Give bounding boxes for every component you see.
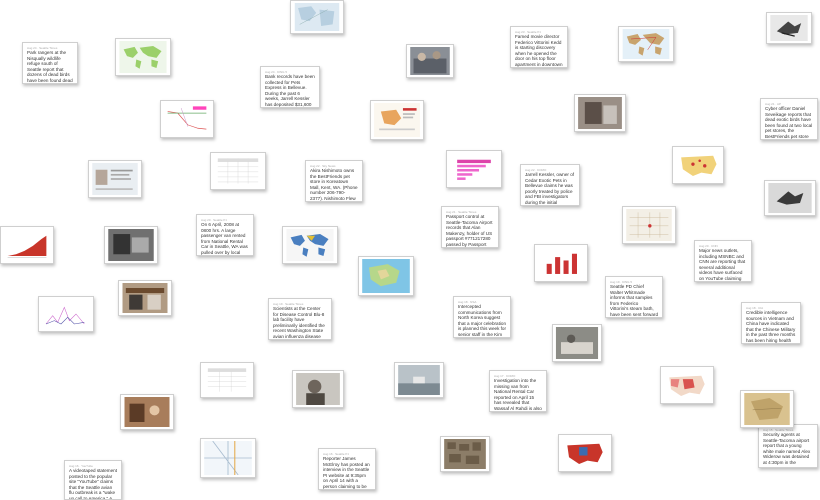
bar-chart-thumbnail[interactable] (446, 150, 502, 188)
region-map-thumbnail[interactable] (290, 0, 344, 34)
data-table-thumbnail[interactable] (200, 362, 254, 398)
note-text: Security agents at Seattle-Tacoma airpor… (763, 432, 811, 465)
photo-thumbnail[interactable] (574, 94, 626, 132)
id-document-thumbnail[interactable] (88, 160, 142, 198)
note-text: Famed movie director Federico Vittorini … (515, 34, 563, 67)
bird-photo-thumbnail[interactable] (766, 12, 812, 44)
note-text: Seattle PD Chief Walter Whitmade informs… (610, 284, 659, 317)
world-map-thumbnail[interactable] (115, 38, 171, 76)
infographic-thumbnail[interactable] (370, 100, 424, 140)
line-chart-thumbnail[interactable] (38, 296, 94, 332)
note-text: Scientists at the Center for Disease Con… (273, 306, 325, 339)
historic-map-thumbnail[interactable] (740, 390, 794, 428)
area-chart-thumbnail[interactable] (0, 226, 54, 264)
line-chart-thumbnail[interactable] (160, 100, 214, 138)
note-card[interactable]: Aug 24 · KING 5 Bank records have been c… (260, 66, 320, 108)
us-map-thumbnail[interactable] (660, 366, 714, 404)
bar-chart-thumbnail[interactable] (534, 244, 588, 282)
note-card[interactable]: Aug 18 · CIA Credible intelligence sourc… (741, 302, 801, 344)
note-text: Bank records have been collected for Pet… (265, 74, 315, 107)
note-card[interactable]: Aug 23 · Seattle P-I Famed movie directo… (510, 26, 568, 68)
note-card[interactable]: Aug 19 · Seattle Times Scientists at the… (268, 298, 332, 340)
note-card[interactable]: Aug 19 · KING 5 Seattle PD Chief Walter … (605, 276, 663, 318)
note-text: Akira Nishimoto owns the BestFriends pet… (310, 168, 358, 201)
us-map-thumbnail[interactable] (672, 146, 724, 184)
note-text: Investigation into the missing van from … (494, 378, 542, 411)
note-text: Major news outlets, including MSNBC and … (699, 248, 746, 281)
note-card[interactable]: Aug 18 · NSA Intercepted communications … (453, 296, 511, 338)
world-map-thumbnail[interactable] (282, 226, 338, 264)
data-table-thumbnail[interactable] (210, 152, 266, 190)
note-card[interactable]: Aug 22 · Sky News Akira Nishimoto owns t… (305, 160, 363, 202)
storefront-photo-thumbnail[interactable] (118, 280, 172, 316)
note-text: Credible intelligence sources in Vietnam… (746, 310, 796, 343)
note-card[interactable]: Aug 17 · KOMO Investigation into the mis… (489, 370, 547, 412)
street-map-thumbnail[interactable] (200, 438, 256, 478)
photo-thumbnail[interactable] (552, 324, 602, 362)
photo-thumbnail[interactable] (406, 44, 454, 78)
portrait-photo-thumbnail[interactable] (292, 370, 344, 408)
photo-thumbnail[interactable] (104, 226, 158, 264)
world-map-thumbnail[interactable] (618, 26, 674, 62)
note-text: On 6 April, 2008 at 0800 hrs. A large pa… (201, 222, 248, 255)
photo-thumbnail[interactable] (394, 362, 444, 398)
canvas: { "colors":{"map_green":"#9bd06a","map_s… (0, 0, 820, 500)
city-map-thumbnail[interactable] (622, 206, 676, 244)
note-card[interactable]: Aug 16 · Seattle P-I Reporter James McEl… (318, 448, 376, 490)
note-text: Passport control at Seattle-Tacoma Airpo… (446, 214, 493, 247)
bird-photo-thumbnail[interactable] (764, 180, 816, 216)
note-card[interactable]: Aug 21 · Seattle Times Passport control … (441, 206, 499, 248)
note-text: Reporter James McElroy has posted an int… (323, 456, 370, 489)
note-text: A videotaped statement posted to the pop… (69, 468, 118, 500)
us-map-thumbnail[interactable] (558, 434, 612, 472)
note-card[interactable]: Aug 20 · Seattle P-I On 6 April, 2008 at… (196, 214, 254, 256)
note-card[interactable]: Aug 24 · Seattle Times Park rangers at t… (22, 42, 78, 84)
note-card[interactable]: Aug 22 · KOMO Jarrell Kessler, owner of … (520, 164, 580, 206)
note-text: Jarrell Kessler, owner of Cedar Exotic P… (525, 172, 575, 205)
photo-thumbnail[interactable] (120, 394, 174, 430)
note-text: Cyber officer Daniel Seveikage reports t… (765, 106, 813, 139)
note-card[interactable]: Aug 21 · AP Cyber officer Daniel Seveika… (760, 98, 818, 140)
note-card[interactable]: Aug 20 · CNN Major news outlets, includi… (694, 240, 752, 282)
note-card[interactable]: Aug 15 · Seattle Times Security agents a… (758, 424, 818, 468)
note-card[interactable]: Aug 16 · YouTube A videotaped statement … (64, 460, 122, 500)
note-text: Park rangers at the Nisqually wildlife r… (27, 50, 73, 83)
note-text: Intercepted communications from North Ko… (458, 304, 507, 337)
aerial-photo-thumbnail[interactable] (440, 436, 490, 472)
terrain-map-thumbnail[interactable] (358, 256, 414, 296)
